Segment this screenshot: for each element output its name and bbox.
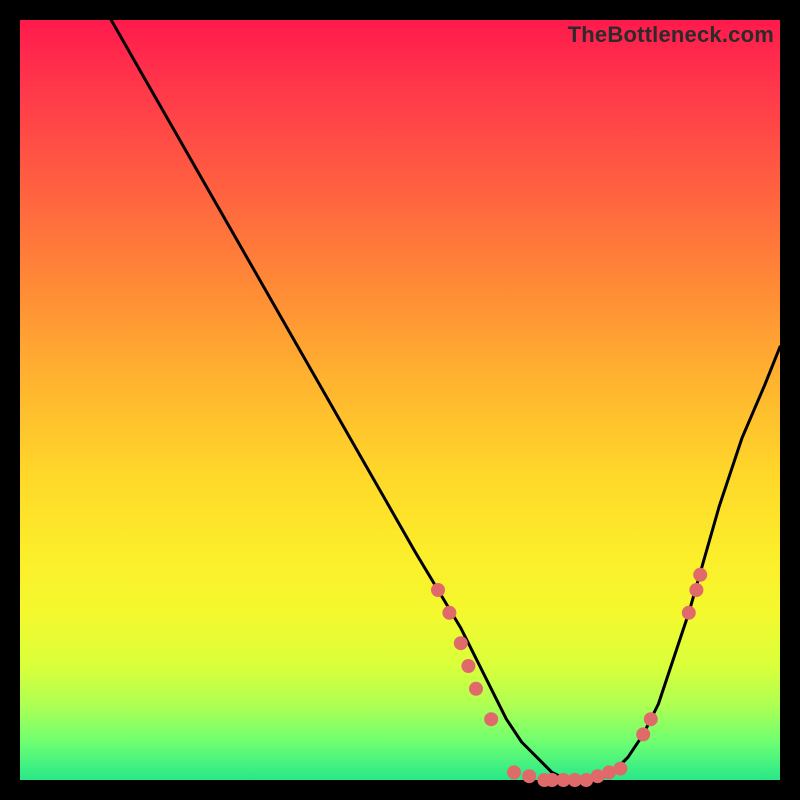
bottleneck-curve	[111, 20, 780, 780]
benchmark-point	[469, 682, 483, 696]
benchmark-point	[522, 769, 536, 783]
benchmark-point	[442, 606, 456, 620]
benchmark-point	[682, 606, 696, 620]
benchmark-point	[689, 583, 703, 597]
chart-frame: TheBottleneck.com	[20, 20, 780, 780]
benchmark-point	[507, 765, 521, 779]
chart-svg	[20, 20, 780, 780]
benchmark-point	[613, 762, 627, 776]
benchmark-point	[431, 583, 445, 597]
benchmark-point	[461, 659, 475, 673]
benchmark-point	[693, 568, 707, 582]
plot-area: TheBottleneck.com	[20, 20, 780, 780]
benchmark-point	[484, 712, 498, 726]
benchmark-point	[636, 727, 650, 741]
benchmark-point	[454, 636, 468, 650]
benchmark-point	[644, 712, 658, 726]
curve-group	[111, 20, 780, 780]
